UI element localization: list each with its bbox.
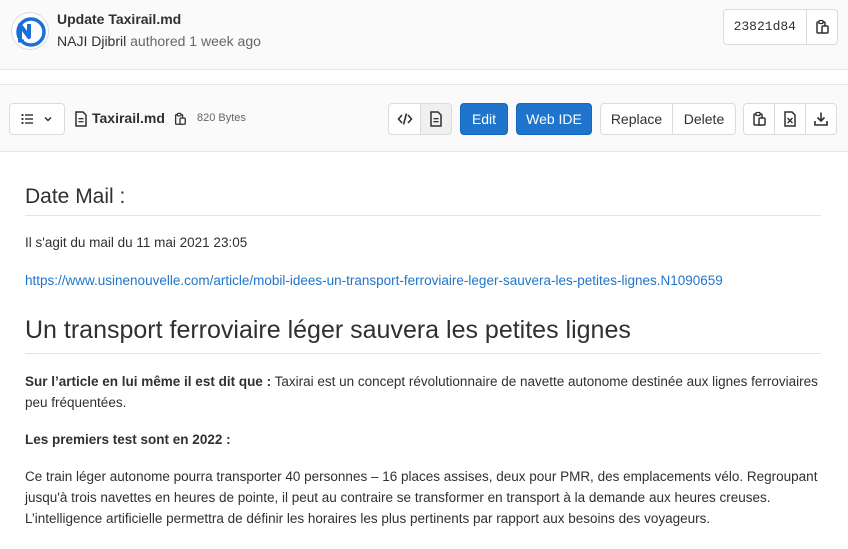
avatar[interactable] [11,12,49,50]
commit-author[interactable]: NAJI Djibril [57,33,126,49]
commit-title[interactable]: Update Taxirail.md [57,11,181,27]
clipboard-icon [816,19,829,34]
paragraph-intro-bold: Sur l’article en lui même il est dit que… [25,374,272,389]
file-tree-toggle-button[interactable] [9,103,65,135]
raw-file-icon [784,111,796,127]
heading-date-mail: Date Mail : [25,185,821,216]
heading-main: Un transport ferroviaire léger sauvera l… [25,316,821,354]
clipboard-icon [174,112,186,125]
paragraph-tests: Les premiers test sont en 2022 : [25,432,231,447]
file-actions-group [743,103,837,135]
copy-file-path-button[interactable] [173,111,187,127]
viewer-toggle [388,103,452,135]
mail-sentence: Il s'agit du mail du 11 mai 2021 23:05 [25,235,248,250]
file-size: 820 Bytes [197,112,246,124]
rendered-view-button[interactable] [420,104,451,134]
download-icon [814,112,828,126]
delete-button[interactable]: Delete [672,104,735,134]
copy-sha-button[interactable] [807,10,837,44]
commit-meta: NAJI Djibril authored 1 week ago [57,33,261,49]
avatar-logo-icon [16,17,46,47]
web-ide-button[interactable]: Web IDE [516,103,592,135]
edit-button[interactable]: Edit [460,103,508,135]
paragraph-intro: Sur l’article en lui même il est dit que… [25,371,821,413]
chevron-down-icon [44,116,52,122]
file-name: Taxirail.md [92,110,165,126]
code-icon [396,113,413,125]
paragraph-details: Ce train léger autonome pourra transport… [25,469,818,526]
download-button[interactable] [805,104,836,134]
list-icon [21,113,33,125]
document-icon [74,111,88,127]
article-link[interactable]: https://www.usinenouvelle.com/article/mo… [25,273,723,288]
clipboard-icon [753,111,766,126]
replace-delete-group: Replace Delete [600,103,736,135]
document-icon [430,111,442,127]
open-raw-button[interactable] [774,104,805,134]
commit-authored-time: authored 1 week ago [130,33,261,49]
commit-sha-group: 23821d84 [722,9,838,45]
file-header: Taxirail.md 820 Bytes Edit Web IDE Repla… [0,84,848,152]
replace-button[interactable]: Replace [601,104,672,134]
source-view-button[interactable] [389,104,420,134]
copy-contents-button[interactable] [744,104,774,134]
commit-sha[interactable]: 23821d84 [724,10,807,44]
commit-header: Update Taxirail.md NAJI Djibril authored… [0,0,848,70]
